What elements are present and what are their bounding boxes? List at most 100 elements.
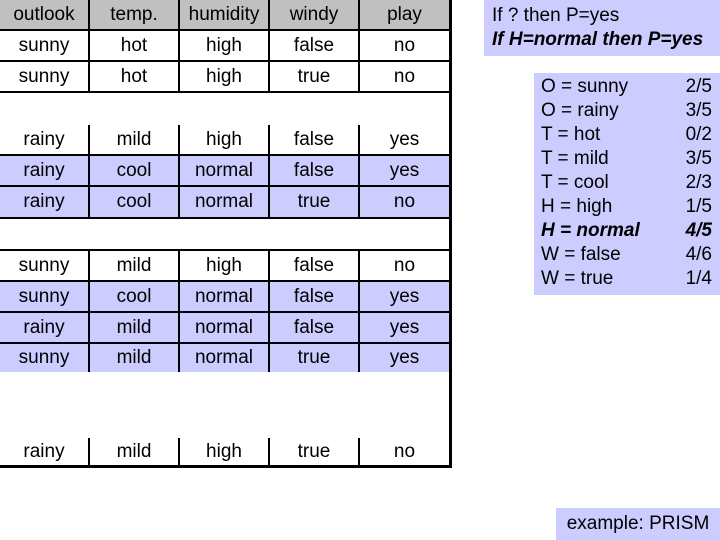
cell: rainy [0,438,90,465]
table-row-highlighted: sunny mild normal true yes [0,344,449,372]
stat-value: 3/5 [685,148,712,169]
cell: high [180,251,270,280]
cell: no [393,440,416,462]
cell: false [270,282,360,311]
cell: mild [90,344,180,372]
stat-row: O = rainy 3/5 [541,99,712,123]
cell: yes [389,128,420,150]
stat-row: W = false 4/6 [541,243,712,267]
header-windy: windy [270,0,360,29]
cell: yes [389,347,420,368]
cell: no [393,254,416,276]
cell: high [180,31,270,60]
cell: high [180,438,270,465]
row-gap [0,221,449,251]
cell: normal [180,187,270,217]
cell: true [270,438,360,465]
table-row: sunny hot high false no [0,31,449,62]
cell: false [270,313,360,342]
cell: rainy [0,156,90,185]
header-temp: temp. [90,0,180,29]
stat-value: 1/5 [685,196,712,217]
header-play: play [387,3,422,25]
cell: true [270,62,360,91]
cell: rainy [0,313,90,342]
table-row-highlighted: rainy mild normal false yes [0,313,449,344]
stat-value: 4/6 [685,244,712,265]
cell: hot [90,31,180,60]
cell: sunny [0,344,90,372]
cell: mild [90,125,180,154]
stat-row: H = high 1/5 [541,195,712,219]
stat-row: T = hot 0/2 [541,123,712,147]
stat-value: 3/5 [685,100,712,121]
cell: normal [180,282,270,311]
cell: false [270,125,360,154]
table-border-bottom [0,465,452,468]
stat-label: T = mild [541,148,609,169]
cell: cool [90,156,180,185]
cell: sunny [0,62,90,91]
rule-line-2: If H=normal then P=yes [492,29,704,50]
table-row: rainy mild high false yes [0,125,449,156]
cell: mild [90,438,180,465]
stat-label: O = rainy [541,100,619,121]
cell: sunny [0,251,90,280]
table-row: sunny mild high false no [0,251,449,282]
cell: yes [389,316,420,338]
footer-caption: example: PRISM [556,508,720,540]
cell: normal [180,344,270,372]
table-row: sunny hot high true no [0,62,449,93]
table-row-highlighted: sunny cool normal false yes [0,282,449,313]
cell: rainy [0,187,90,217]
stat-row: T = cool 2/3 [541,171,712,195]
stat-value: 2/3 [685,172,712,193]
row-gap [0,372,449,438]
cell: false [270,251,360,280]
row-gap [0,95,449,125]
cell: no [393,65,416,87]
cell: yes [389,159,420,181]
header-outlook: outlook [0,0,90,29]
cell: cool [90,282,180,311]
cell: normal [180,156,270,185]
cell: normal [180,313,270,342]
cell: sunny [0,31,90,60]
cell: high [180,62,270,91]
cell: false [270,156,360,185]
cell: cool [90,187,180,217]
stat-label: T = cool [541,172,609,193]
stat-row-best: H = normal 4/5 [541,219,712,243]
stat-label: W = true [541,268,614,289]
stat-label: T = hot [541,124,601,145]
stat-label: W = false [541,244,621,265]
table-row: rainy mild high true no [0,438,449,465]
table-border-right [449,0,452,468]
cell: true [270,187,360,217]
table-row-highlighted: rainy cool normal false yes [0,156,449,187]
stat-value: 2/5 [685,76,712,97]
rule-box: If ? then P=yes If H=normal then P=yes [484,0,720,56]
table-row-highlighted: rainy cool normal true no [0,187,449,219]
cell: sunny [0,282,90,311]
stat-label: H = high [541,196,613,217]
stat-label: O = sunny [541,76,629,97]
cell: yes [389,285,420,307]
stat-label: H = normal [541,220,640,241]
dataset-table: outlook temp. humidity windy play sunny … [0,0,452,468]
table-header: outlook temp. humidity windy play [0,0,449,31]
stat-value: 1/4 [685,268,712,289]
cell: mild [90,251,180,280]
rule-line-1: If ? then P=yes [492,5,620,26]
stat-row: W = true 1/4 [541,267,712,291]
cell: false [270,31,360,60]
cell: rainy [0,125,90,154]
stat-row: O = sunny 2/5 [541,75,712,99]
cell: high [180,125,270,154]
cell: mild [90,313,180,342]
stat-row: T = mild 3/5 [541,147,712,171]
stat-value: 0/2 [685,124,712,145]
cell: hot [90,62,180,91]
accuracy-stats-box: O = sunny 2/5 O = rainy 3/5 T = hot 0/2 T =… [534,73,720,295]
header-humidity: humidity [180,0,270,29]
